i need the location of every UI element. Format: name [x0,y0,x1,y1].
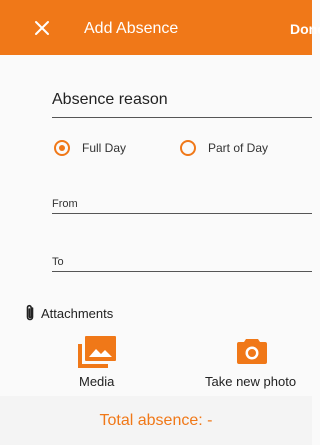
from-label: From [52,198,78,210]
attachments-label: Attachments [41,305,114,321]
radio-unselected-icon [180,140,196,156]
full-day-radio[interactable]: Full Day [54,137,126,159]
part-of-day-label: Part of Day [208,141,269,155]
camera-icon [237,339,267,364]
absence-reason-field[interactable]: Absence reason [52,88,312,118]
total-absence-text: Total absence: - [99,411,213,429]
paperclip-icon [26,304,34,321]
media-label: Media [79,374,115,389]
take-photo-label: Take new photo [205,374,297,389]
total-absence-bar: Total absence: - [0,396,312,445]
take-photo-button[interactable]: Take new photo [205,336,305,394]
done-button[interactable]: Done [290,21,320,37]
image-icon [78,336,116,368]
app-bar: Add Absence Done [0,0,320,55]
close-icon[interactable] [34,20,50,36]
part-of-day-radio[interactable]: Part of Day [180,137,268,159]
to-label: To [52,256,64,268]
radio-selected-icon [54,140,70,156]
to-date-field[interactable]: To [52,254,312,272]
attachments-header: Attachments [24,303,113,323]
duration-radio-group: Full Day Part of Day [0,137,312,159]
media-button[interactable]: Media [78,336,118,394]
full-day-label: Full Day [82,141,127,155]
page-title: Add Absence [84,20,179,37]
from-date-field[interactable]: From [52,196,312,214]
absence-reason-label: Absence reason [52,91,168,108]
